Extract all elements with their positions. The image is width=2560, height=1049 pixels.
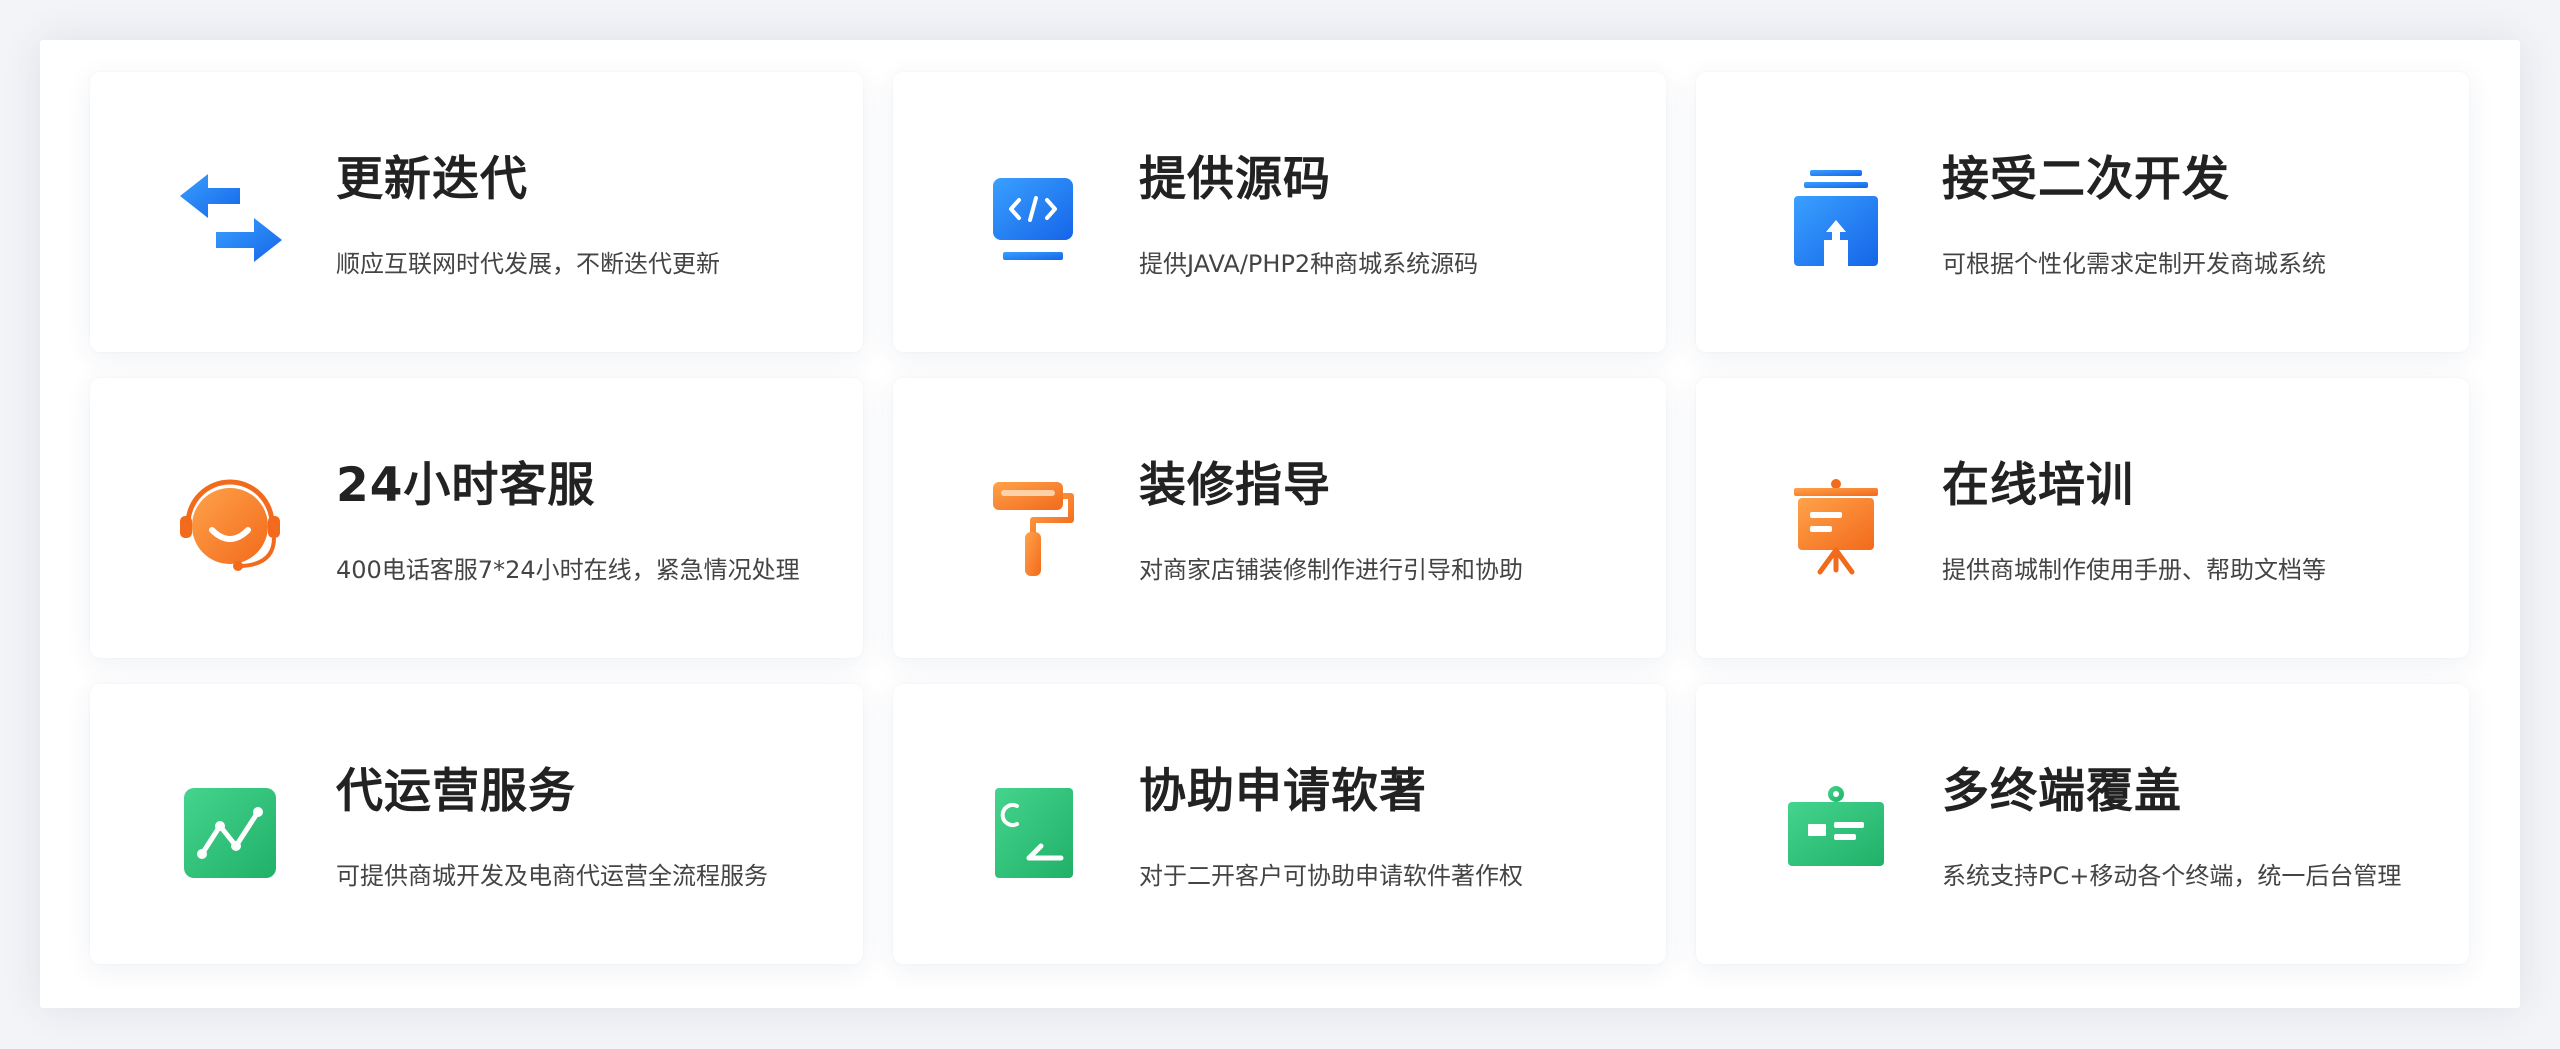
- feature-description: 提供JAVA/PHP2种商城系统源码: [1139, 250, 1479, 278]
- feature-card-source-code[interactable]: 提供源码 提供JAVA/PHP2种商城系统源码: [893, 72, 1666, 352]
- feature-description: 400电话客服7*24小时在线，紧急情况处理: [336, 556, 800, 584]
- feature-card-multi-terminal[interactable]: 多终端覆盖 系统支持PC+移动各个终端，统一后台管理: [1696, 684, 2469, 964]
- feature-description: 对商家店铺装修制作进行引导和协助: [1139, 556, 1523, 584]
- secondary-development-icon: [1776, 162, 1896, 282]
- feature-title: 提供源码: [1139, 152, 1331, 207]
- feature-description: 可提供商城开发及电商代运营全流程服务: [336, 862, 768, 890]
- feature-description: 对于二开客户可协助申请软件著作权: [1139, 862, 1523, 890]
- feature-card-operation-service[interactable]: 代运营服务 可提供商城开发及电商代运营全流程服务: [90, 684, 863, 964]
- feature-card-software-copyright[interactable]: 协助申请软著 对于二开客户可协助申请软件著作权: [893, 684, 1666, 964]
- source-code-icon: [973, 162, 1093, 282]
- feature-title: 在线培训: [1942, 458, 2134, 513]
- feature-card-customer-service[interactable]: 24小时客服 400电话客服7*24小时在线，紧急情况处理: [90, 378, 863, 658]
- presentation-board-icon: [1776, 468, 1896, 588]
- feature-card-secondary-development[interactable]: 接受二次开发 可根据个性化需求定制开发商城系统: [1696, 72, 2469, 352]
- feature-description: 顺应互联网时代发展，不断迭代更新: [336, 250, 720, 278]
- feature-card-update[interactable]: 更新迭代 顺应互联网时代发展，不断迭代更新: [90, 72, 863, 352]
- feature-card-online-training[interactable]: 在线培训 提供商城制作使用手册、帮助文档等: [1696, 378, 2469, 658]
- feature-title: 24小时客服: [336, 458, 596, 513]
- feature-title: 协助申请软著: [1139, 764, 1427, 819]
- feature-title: 更新迭代: [336, 152, 528, 207]
- features-panel: 更新迭代 顺应互联网时代发展，不断迭代更新 提供源码 提供JAVA/PHP2种商…: [40, 40, 2520, 1008]
- line-chart-icon: [170, 774, 290, 894]
- feature-description: 提供商城制作使用手册、帮助文档等: [1942, 556, 2326, 584]
- feature-title: 装修指导: [1139, 458, 1331, 513]
- feature-description: 系统支持PC+移动各个终端，统一后台管理: [1942, 862, 2402, 890]
- copyright-document-icon: [973, 774, 1093, 894]
- update-arrows-icon: [170, 162, 290, 282]
- headset-support-icon: [170, 468, 290, 588]
- feature-grid: 更新迭代 顺应互联网时代发展，不断迭代更新 提供源码 提供JAVA/PHP2种商…: [90, 72, 2470, 964]
- feature-card-decoration-guide[interactable]: 装修指导 对商家店铺装修制作进行引导和协助: [893, 378, 1666, 658]
- feature-description: 可根据个性化需求定制开发商城系统: [1942, 250, 2326, 278]
- paint-roller-icon: [973, 468, 1093, 588]
- feature-title: 代运营服务: [336, 764, 576, 819]
- feature-title: 多终端覆盖: [1942, 764, 2182, 819]
- multi-terminal-icon: [1776, 774, 1896, 894]
- feature-title: 接受二次开发: [1942, 152, 2230, 207]
